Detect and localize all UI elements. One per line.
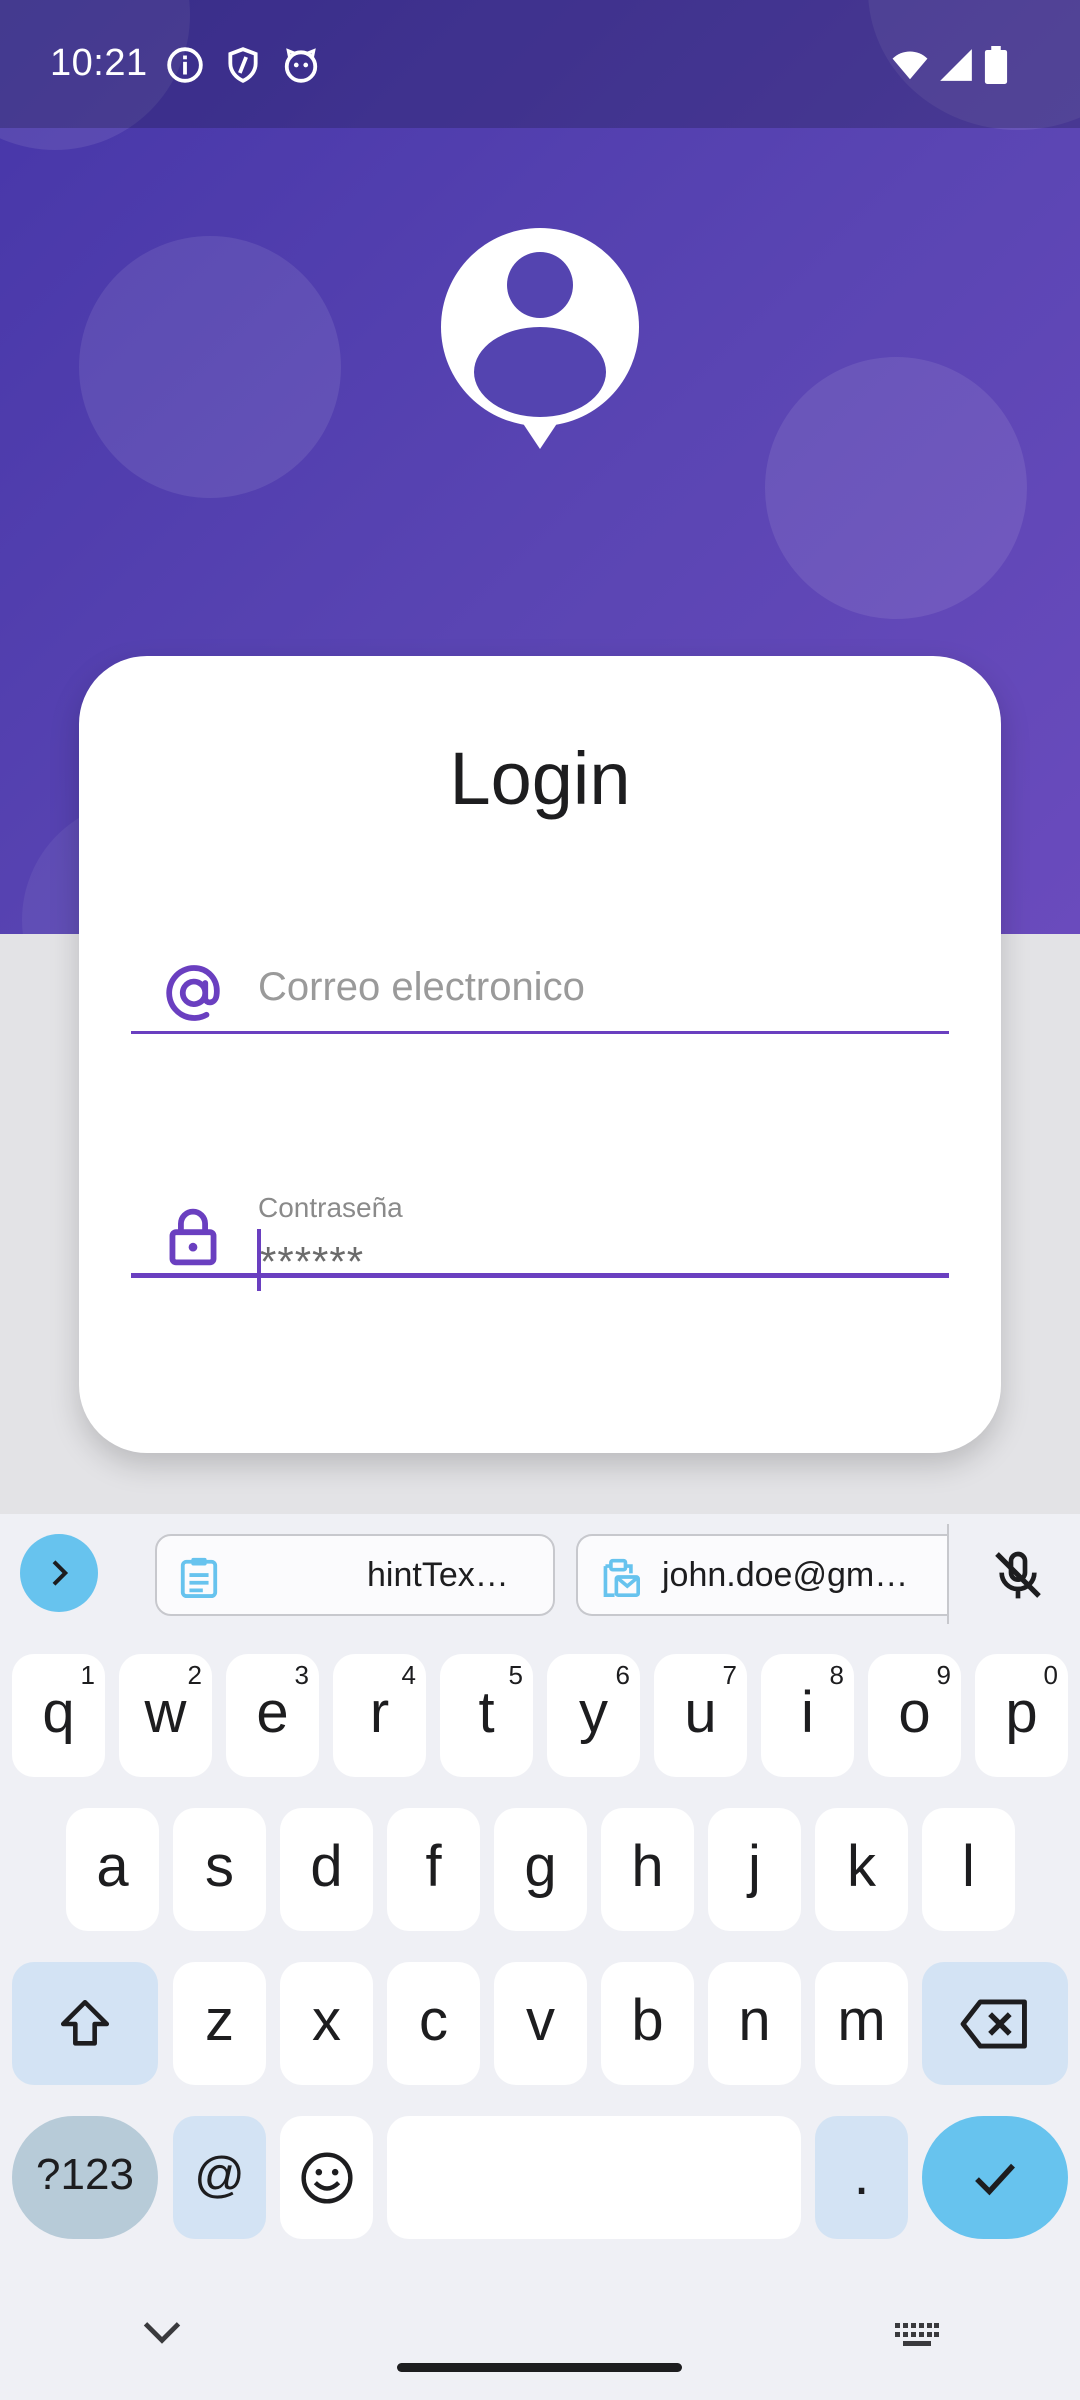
key-p[interactable]: p0 [975, 1654, 1068, 1777]
wifi-icon [892, 51, 928, 80]
status-bar: 10:21 [0, 0, 1080, 128]
key-r[interactable]: r4 [333, 1654, 426, 1777]
space-key[interactable] [387, 2116, 801, 2239]
clipboard-suggestion[interactable]: hintTex… [155, 1534, 555, 1616]
checkmark-icon [975, 2163, 1015, 2195]
at-sign-icon [166, 965, 220, 1021]
key-a[interactable]: a [66, 1808, 159, 1931]
login-card: Login [79, 656, 1001, 1453]
key-x[interactable]: x [280, 1962, 373, 2085]
key-j[interactable]: j [708, 1808, 801, 1931]
clipboard-suggestion-text: john.doe@gm… [662, 1556, 909, 1594]
clipboard-suggestion-text: hintTex… [367, 1556, 509, 1594]
key-n[interactable]: n [708, 1962, 801, 2085]
key-b[interactable]: b [601, 1962, 694, 2085]
key-e[interactable]: e3 [226, 1654, 319, 1777]
clipboard-mail-icon [603, 1558, 640, 1597]
key-v[interactable]: v [494, 1962, 587, 2085]
key-q[interactable]: q1 [12, 1654, 105, 1777]
hide-keyboard-chevron-icon[interactable] [140, 2318, 184, 2348]
key-t[interactable]: t5 [440, 1654, 533, 1777]
key-h[interactable]: h [601, 1808, 694, 1931]
user-avatar-icon [441, 228, 639, 449]
emoji-key[interactable] [280, 2116, 373, 2239]
text-cursor [257, 1229, 261, 1291]
backspace-icon [960, 1998, 1027, 2049]
battery-icon [984, 46, 1008, 84]
email-input[interactable]: Correo electronico [258, 965, 585, 1010]
key-d[interactable]: d [280, 1808, 373, 1931]
done-key[interactable] [922, 2116, 1068, 2239]
key-u[interactable]: u7 [654, 1654, 747, 1777]
clipboard-icon [180, 1557, 218, 1598]
page-title: Login [449, 737, 631, 820]
status-time: 10:21 [50, 42, 148, 84]
info-icon [167, 47, 203, 83]
key-s[interactable]: s [173, 1808, 266, 1931]
chevron-right-icon [52, 1560, 69, 1586]
shield-icon [228, 47, 258, 83]
key-k[interactable]: k [815, 1808, 908, 1931]
password-field[interactable] [131, 1136, 949, 1278]
divider [947, 1524, 949, 1624]
key-f[interactable]: f [387, 1808, 480, 1931]
home-indicator[interactable] [397, 2363, 682, 2372]
soft-keyboard: hintTex… john.doe@gm… q1 w2 e3 r4 t5 y6 … [0, 1514, 1080, 2400]
key-o[interactable]: o9 [868, 1654, 961, 1777]
decorative-circle [79, 236, 341, 498]
period-key[interactable]: . [815, 2116, 908, 2239]
decorative-circle [765, 357, 1027, 619]
key-z[interactable]: z [173, 1962, 266, 2085]
clipboard-suggestion[interactable]: john.doe@gm… [576, 1534, 948, 1616]
key-y[interactable]: y6 [547, 1654, 640, 1777]
cat-face-icon [284, 48, 318, 83]
emoji-icon [300, 2151, 353, 2204]
shift-icon [60, 1999, 110, 2046]
password-label: Contraseña [258, 1192, 403, 1223]
signal-icon [940, 49, 972, 81]
shift-key[interactable] [12, 1962, 158, 2085]
key-i[interactable]: i8 [761, 1654, 854, 1777]
key-g[interactable]: g [494, 1808, 587, 1931]
backspace-key[interactable] [922, 1962, 1068, 2085]
symbols-key[interactable]: ?123 [12, 2116, 158, 2239]
key-c[interactable]: c [387, 1962, 480, 2085]
keyboard-switch-icon[interactable] [895, 2323, 939, 2349]
key-m[interactable]: m [815, 1962, 908, 2085]
at-key[interactable]: @ [173, 2116, 266, 2239]
lock-icon [169, 1208, 217, 1266]
expand-suggestions-button[interactable] [20, 1534, 98, 1612]
key-l[interactable]: l [922, 1808, 1015, 1931]
password-input[interactable]: ****** [260, 1238, 364, 1286]
key-w[interactable]: w2 [119, 1654, 212, 1777]
mic-off-icon[interactable] [990, 1546, 1046, 1604]
